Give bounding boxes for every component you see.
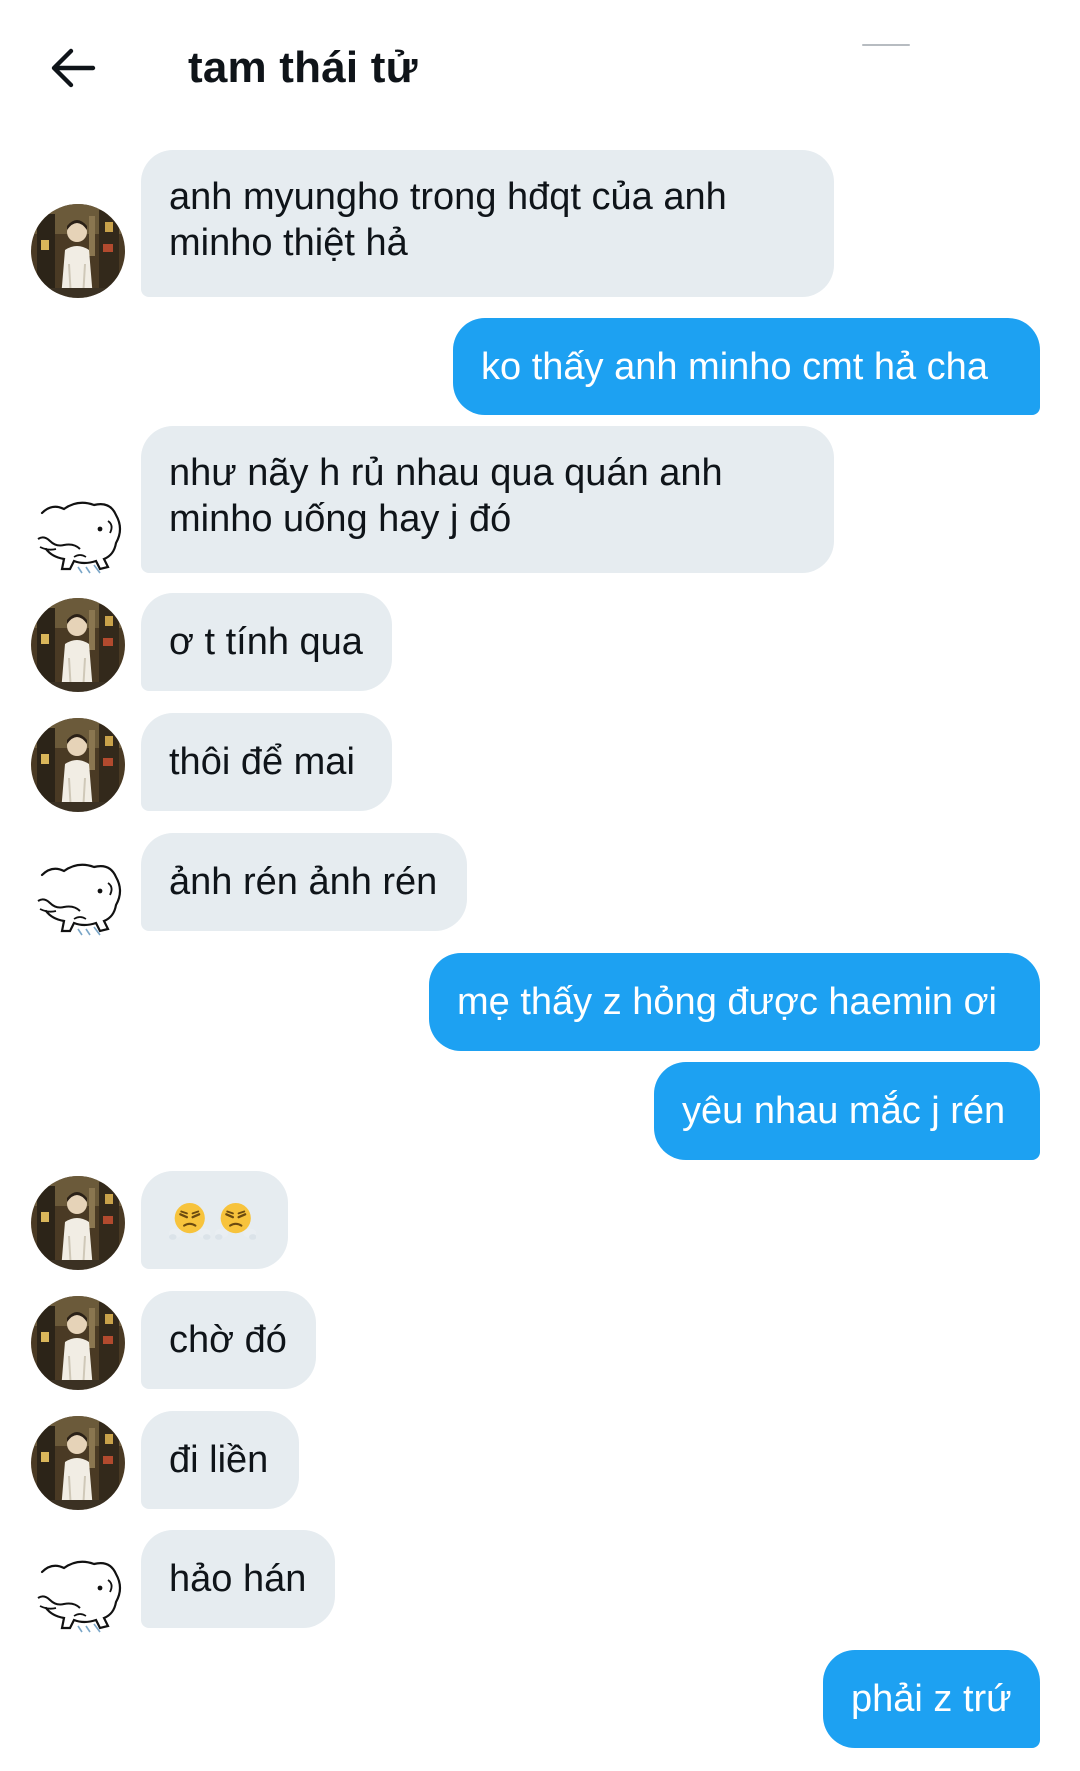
message-bubble-outgoing[interactable]: mẹ thấy z hỏng được haemin ơi [429,953,1040,1051]
avatar[interactable] [34,495,126,575]
photo-avatar-icon [31,204,125,298]
avatar[interactable] [31,1176,125,1270]
message-bubble-incoming[interactable]: đi liền [141,1411,299,1509]
message-bubble-incoming[interactable]: chờ đó [141,1291,316,1389]
sketch-avatar-icon [34,495,126,575]
face-with-steam-from-nose-icon [215,1198,257,1242]
photo-avatar-icon [31,1296,125,1390]
message-bubble-incoming[interactable]: anh myungho trong hđqt của anh minho thi… [141,150,834,297]
conversation-header: tam thái tử [0,0,1080,135]
face-with-steam-from-nose-icon [169,1198,211,1242]
avatar[interactable] [34,1554,126,1634]
message-bubble-incoming[interactable]: hảo hán [141,1530,335,1628]
avatar[interactable] [31,204,125,298]
message-bubble-incoming[interactable]: ảnh rén ảnh rén [141,833,467,931]
message-bubble-incoming[interactable]: thôi để mai [141,713,392,811]
avatar[interactable] [31,1296,125,1390]
message-bubble-incoming[interactable]: như nãy h rủ nhau qua quán anh minho uốn… [141,426,834,573]
message-bubble-outgoing[interactable]: yêu nhau mắc j rén [654,1062,1040,1160]
header-divider-mark [862,44,910,46]
sketch-avatar-icon [34,857,126,937]
arrow-left-icon [51,48,96,88]
message-bubble-outgoing[interactable]: ko thấy anh minho cmt hả cha [453,318,1040,415]
sketch-avatar-icon [34,1554,126,1634]
photo-avatar-icon [31,598,125,692]
photo-avatar-icon [31,1416,125,1510]
message-bubble-incoming[interactable] [141,1171,288,1269]
avatar[interactable] [31,718,125,812]
photo-avatar-icon [31,1176,125,1270]
photo-avatar-icon [31,718,125,812]
avatar[interactable] [34,857,126,937]
message-bubble-incoming[interactable]: ơ t tính qua [141,593,392,691]
avatar[interactable] [31,1416,125,1510]
conversation-title[interactable]: tam thái tử [188,40,418,96]
back-button[interactable] [44,42,102,94]
message-bubble-outgoing[interactable]: phải z trứ [823,1650,1040,1748]
avatar[interactable] [31,598,125,692]
